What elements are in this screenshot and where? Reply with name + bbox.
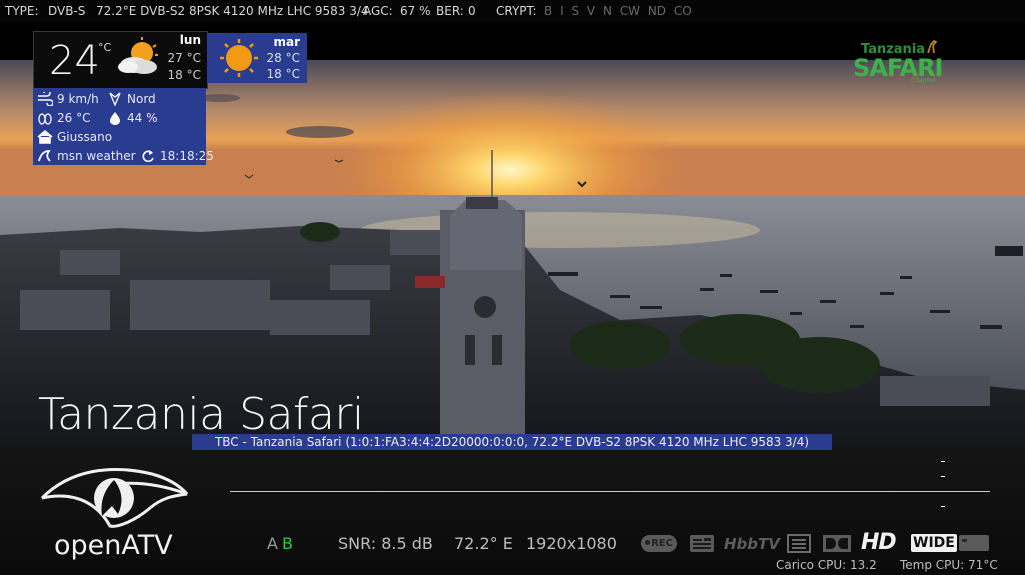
audio-stream-a: A (267, 534, 278, 553)
wind-icon (38, 92, 53, 106)
snr-value: SNR: 8.5 dB (338, 534, 433, 553)
tomorrow-low: 18 °C (266, 67, 300, 81)
wind-speed: 9 km/h (57, 92, 99, 106)
tuner-info: 72.2°E DVB-S2 8PSK 4120 MHz LHC 9583 3/4 (96, 4, 369, 18)
weather-details-panel: 9 km/h Nord 26 °C 44 % Giussano msn weat… (33, 88, 214, 165)
update-time: 18:18:25 (160, 149, 214, 163)
humidity-icon (110, 112, 120, 125)
video-resolution: 1920x1080 (526, 534, 617, 553)
crypt-cw: CW (619, 4, 640, 18)
crypt-systems: B I S V N CW ND CO (544, 4, 692, 18)
teletext-icon (690, 535, 714, 552)
weather-forecast-panel: mar 28 °C 18 °C (207, 33, 307, 83)
feels-like-temp: 26 °C (57, 111, 91, 125)
remaining-marker (941, 506, 945, 507)
hd-indicator: HD (861, 530, 897, 555)
crypt-n: N (602, 4, 612, 18)
tuner-info-bar: TYPE: DVB-S 72.2°E DVB-S2 8PSK 4120 MHz … (0, 0, 1025, 22)
channel-logo-line3: Channel (911, 77, 936, 84)
crypt-status-icon (959, 535, 989, 551)
crypt-v: V (586, 4, 596, 18)
event-progress-bar (230, 491, 990, 492)
humidity: 44 % (127, 111, 158, 125)
channel-logo: Tanzania SAFARI Channel (853, 40, 943, 86)
ber-label: BER: (436, 4, 464, 18)
home-icon (37, 130, 53, 144)
type-value: DVB-S (48, 4, 86, 18)
today-label: lun (179, 33, 201, 47)
tomorrow-high: 28 °C (266, 51, 300, 65)
service-info-bar: TBC - Tanzania Safari (1:0:1:FA3:4:4:2D2… (192, 434, 832, 450)
agc-label: AGC: (363, 4, 393, 18)
ber-value: 0 (468, 4, 476, 18)
today-low: 18 °C (167, 68, 201, 82)
tomorrow-label: mar (273, 35, 300, 49)
feels-like-icon (38, 113, 52, 125)
openatv-eye-logo (40, 468, 189, 528)
brand-name: openATV (54, 530, 173, 561)
now-time-marker (941, 461, 945, 462)
subtitles-icon (787, 534, 811, 553)
next-time-marker (941, 476, 945, 477)
rec-label: REC (651, 538, 673, 549)
wind-direction-icon (109, 92, 121, 106)
crypt-nd: ND (647, 4, 667, 18)
temperature-unit: °C (98, 41, 112, 54)
weather-current-panel: 24 °C lun 27 °C 18 °C (33, 31, 208, 89)
giraffe-icon (927, 40, 938, 54)
crypt-i: I (560, 4, 564, 18)
audio-stream-b: B (282, 534, 293, 553)
weather-source: msn weather (57, 149, 136, 163)
rec-indicator-icon: REC (641, 535, 677, 552)
crypt-b: B (544, 4, 553, 18)
today-high: 27 °C (167, 51, 201, 65)
channel-name: Tanzania Safari (38, 389, 364, 440)
wind-direction: Nord (127, 92, 156, 106)
agc-value: 67 % (400, 4, 431, 18)
type-label: TYPE: (5, 4, 39, 18)
msn-icon (38, 150, 51, 162)
cpu-temperature: Temp CPU: 71°C (900, 558, 998, 572)
hbbtv-indicator: HbbTV (724, 535, 780, 553)
crypt-co: CO (673, 4, 692, 18)
refresh-icon (142, 150, 154, 163)
cpu-load: Carico CPU: 13.2 (776, 558, 877, 572)
crypt-s: S (571, 4, 580, 18)
widescreen-indicator: WIDE (911, 534, 957, 552)
sun-icon (220, 39, 258, 77)
orbital-position: 72.2° E (454, 534, 513, 553)
partly-cloudy-icon (118, 37, 158, 74)
dolby-icon (823, 535, 851, 552)
location-name: Giussano (57, 130, 113, 144)
crypt-label: CRYPT: (496, 4, 537, 18)
current-temperature: 24 (49, 38, 100, 84)
